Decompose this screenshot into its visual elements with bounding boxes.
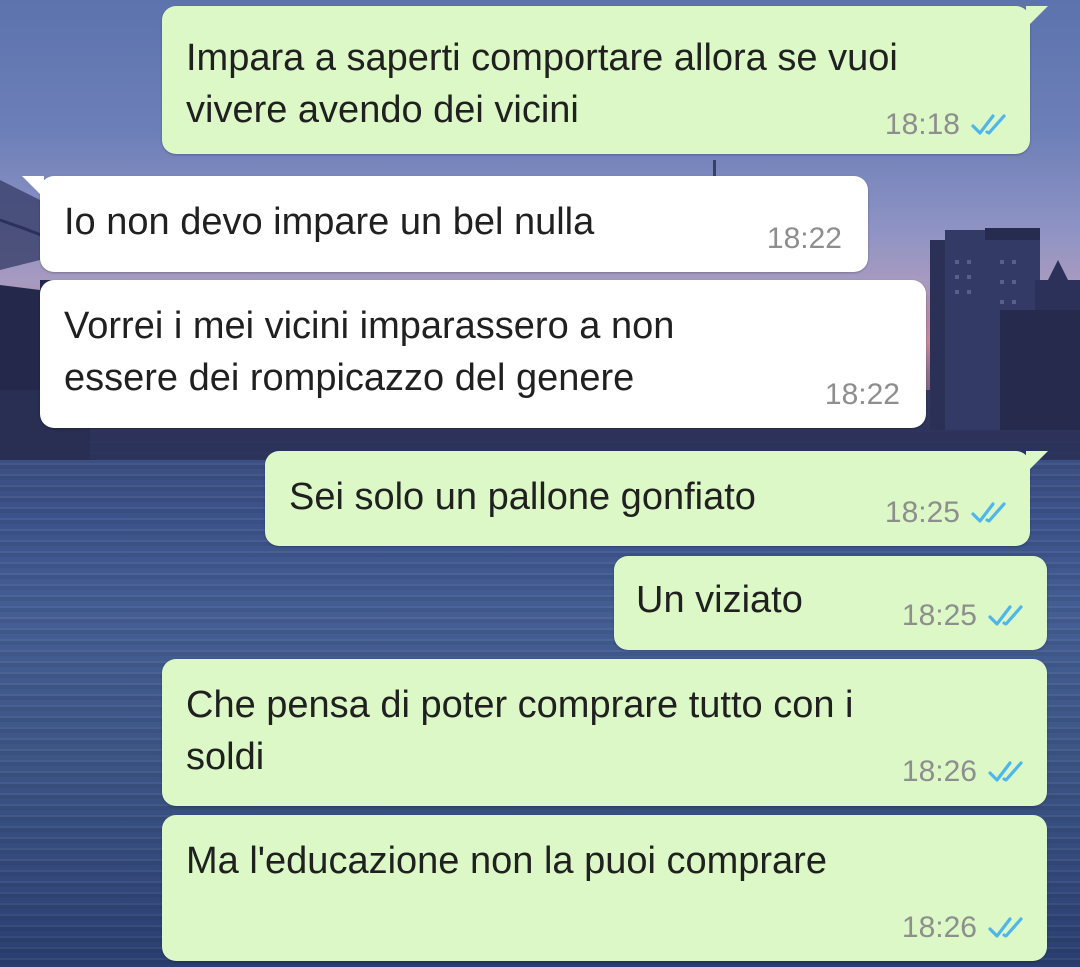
message-text: Ma l'educazione non la puoi comprare [186, 840, 827, 882]
message-time: 18:18 [884, 108, 960, 141]
bubble-tail [1026, 6, 1048, 28]
message-time: 18:26 [901, 755, 977, 788]
message-text: Io non devo impare un bel nulla [64, 201, 595, 243]
message-time: 18:22 [824, 378, 900, 411]
message-meta: 18:22 [767, 222, 842, 256]
message-time: 18:26 [901, 911, 977, 944]
message-meta: 18:18 [885, 108, 1010, 142]
message-bubble-outgoing[interactable]: Sei solo un pallone gonfiato 18:25 [265, 451, 1048, 546]
message-time: 18:25 [901, 599, 977, 632]
message-text: Sei solo un pallone gonfiato [289, 476, 756, 518]
message-time: 18:25 [884, 496, 960, 529]
bubble-tail [1026, 451, 1048, 473]
bubble-tail [22, 176, 44, 198]
message-bubble-outgoing[interactable]: Impara a saperti comportare allora se vu… [162, 6, 1048, 154]
message-meta: 18:25 [902, 599, 1027, 633]
double-check-read-icon [971, 502, 1006, 523]
message-meta: 18:25 [885, 496, 1010, 530]
message-text: Che pensa di poter comprare tutto con i … [186, 684, 854, 778]
message-text: Vorrei i mei vicini imparassero a non es… [64, 305, 675, 399]
double-check-read-icon [971, 114, 1006, 135]
message-meta: 18:22 [825, 378, 900, 412]
double-check-read-icon [988, 605, 1023, 626]
message-bubble-incoming[interactable]: Vorrei i mei vicini imparassero a non es… [40, 280, 926, 428]
message-text: Impara a saperti comportare allora se vu… [186, 37, 898, 131]
message-meta: 18:26 [902, 911, 1027, 945]
double-check-read-icon [988, 917, 1023, 938]
message-bubble-outgoing[interactable]: Ma l'educazione non la puoi comprare 18:… [162, 815, 1047, 961]
message-time: 18:22 [766, 222, 842, 255]
message-text: Un viziato [636, 579, 803, 621]
message-bubble-outgoing[interactable]: Un viziato 18:25 [614, 556, 1047, 650]
message-bubble-incoming[interactable]: Io non devo impare un bel nulla 18:22 [22, 176, 868, 272]
double-check-read-icon [988, 761, 1023, 782]
message-bubble-outgoing[interactable]: Che pensa di poter comprare tutto con i … [162, 659, 1047, 806]
message-meta: 18:26 [902, 755, 1027, 789]
